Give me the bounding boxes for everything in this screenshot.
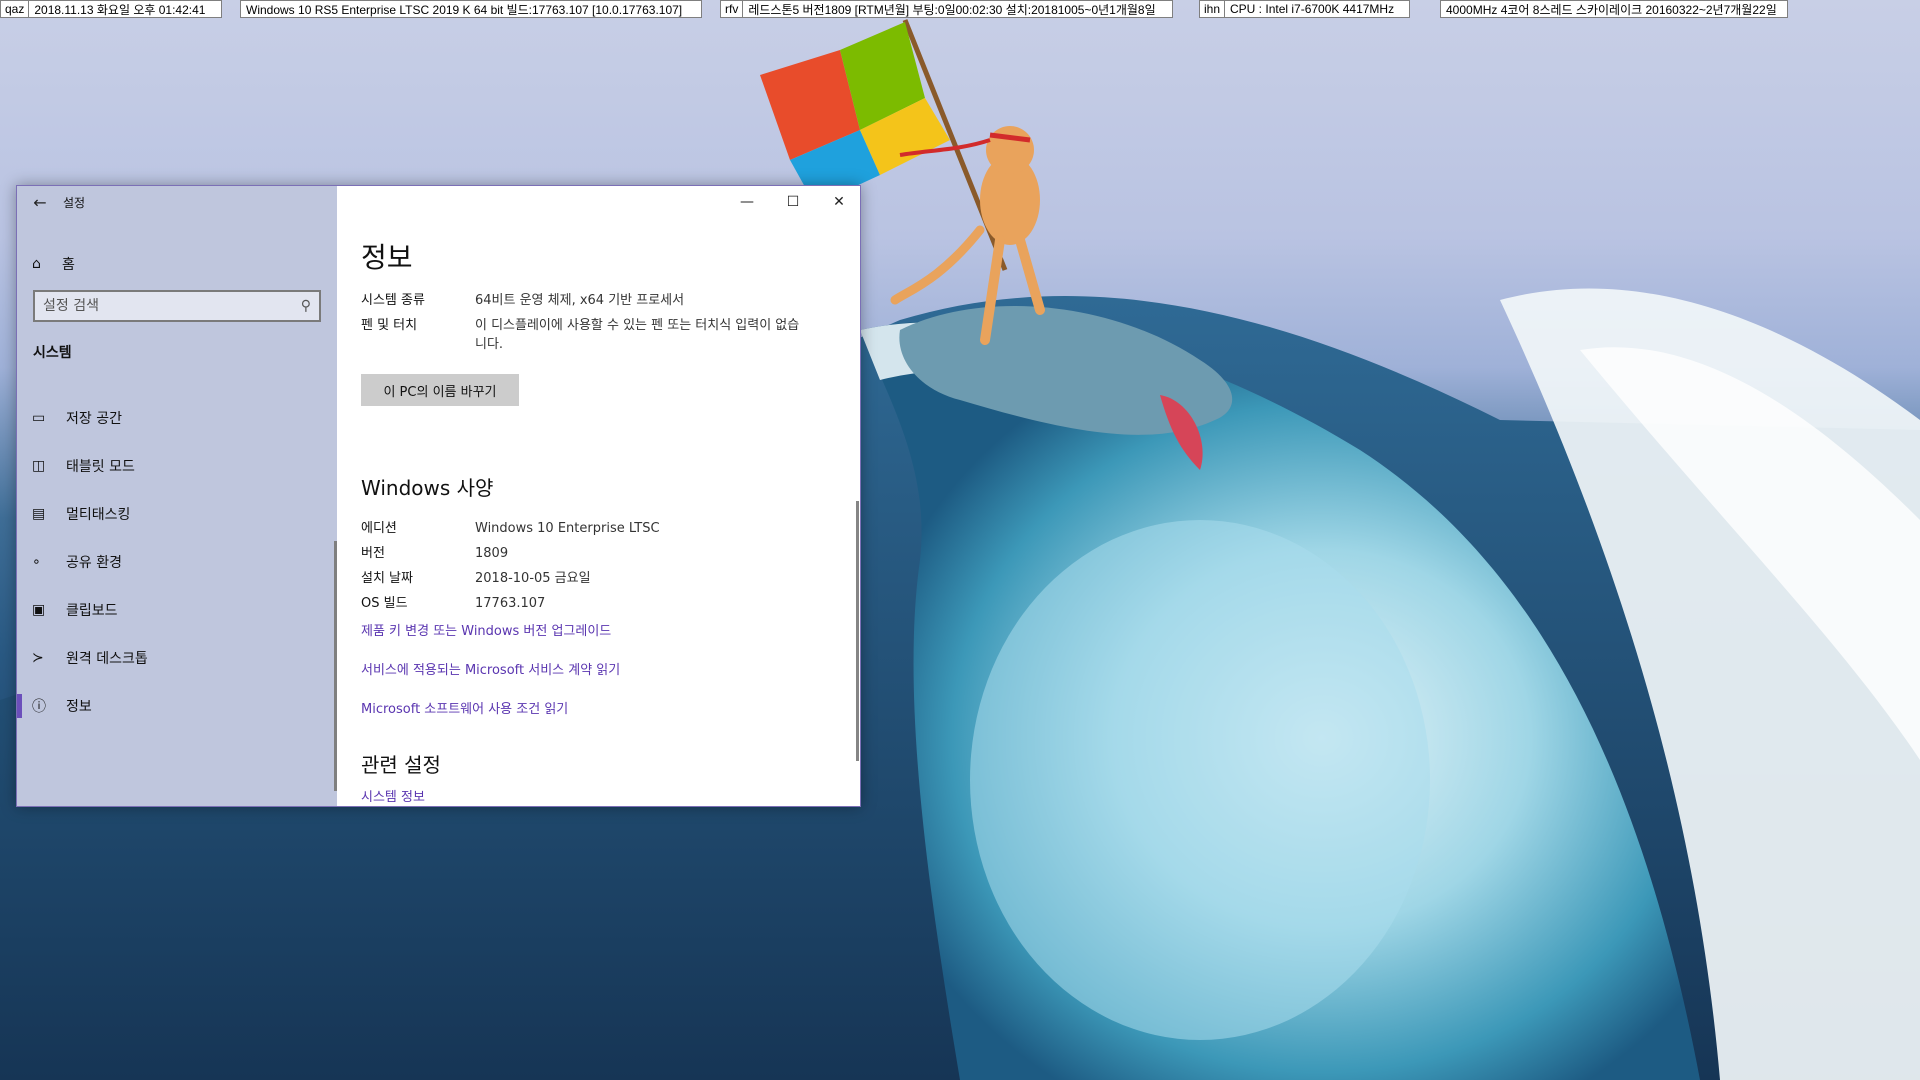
spec-value: 이 디스플레이에 사용할 수 있는 펜 또는 터치식 입력이 없습니다. xyxy=(475,318,800,352)
storage-icon: ▭ xyxy=(32,410,46,426)
service-agreement-link[interactable]: 서비스에 적용되는 Microsoft 서비스 계약 읽기 xyxy=(361,659,620,678)
search-icon[interactable]: ⚲ xyxy=(301,298,311,314)
sidebar-item-about[interactable]: ⓘ 정보 xyxy=(17,682,337,730)
spec-row-version: 버전 1809 xyxy=(361,544,815,563)
app-title: 설정 xyxy=(63,195,86,210)
sidebar-item-storage[interactable]: ▭ 저장 공간 xyxy=(17,394,337,442)
sidebar-item-label: 저장 공간 xyxy=(66,411,122,427)
spec-row-os-build: OS 빌드 17763.107 xyxy=(361,594,815,613)
search-input[interactable] xyxy=(43,298,301,314)
window-controls: — ☐ ✕ xyxy=(724,186,860,218)
spec-value: 1809 xyxy=(475,546,509,561)
maximize-button[interactable]: ☐ xyxy=(770,186,816,218)
info-value: 레드스톤5 버전1809 [RTM년월] 부팅:0일00:02:30 설치:20… xyxy=(748,2,1156,17)
multitasking-icon: ▤ xyxy=(32,506,46,522)
selection-indicator xyxy=(17,694,22,718)
close-button[interactable]: ✕ xyxy=(816,186,860,218)
spec-key: 설치 날짜 xyxy=(361,571,413,586)
sidebar-item-label: 정보 xyxy=(66,699,92,715)
related-settings-title: 관련 설정 xyxy=(361,753,441,777)
shared-experience-icon: ∘ xyxy=(32,554,41,570)
sidebar-item-label: 태블릿 모드 xyxy=(66,459,135,475)
info-cpu-detail-box: 4000MHz 4코어 8스레드 스카이레이크 20160322~2년7개월22… xyxy=(1440,0,1788,18)
info-value: 4000MHz 4코어 8스레드 스카이레이크 20160322~2년7개월22… xyxy=(1446,2,1777,17)
sidebar-nav-list: ▭ 저장 공간 ◫ 태블릿 모드 ▤ 멀티태스킹 ∘ 공유 환경 ▣ 클립보드 … xyxy=(17,394,337,730)
product-key-link[interactable]: 제품 키 변경 또는 Windows 버전 업그레이드 xyxy=(361,620,611,639)
spec-value: 17763.107 xyxy=(475,596,546,611)
settings-window: ← 설정 ⌂ 홈 ⚲ 시스템 ▭ 저장 공간 ◫ 태블릿 모드 ▤ 멀티태스킹 xyxy=(16,185,861,807)
info-version-box: rfv 레드스톤5 버전1809 [RTM년월] 부팅:0일00:02:30 설… xyxy=(720,0,1173,18)
spec-key: 버전 xyxy=(361,546,385,561)
info-value: CPU : Intel i7-6700K 4417MHz xyxy=(1230,2,1395,16)
spec-row-pen-touch: 펜 및 터치 이 디스플레이에 사용할 수 있는 펜 또는 터치식 입력이 없습… xyxy=(361,316,810,354)
info-icon: ⓘ xyxy=(32,699,46,715)
sidebar-item-tablet-mode[interactable]: ◫ 태블릿 모드 xyxy=(17,442,337,490)
content-scrollbar[interactable] xyxy=(856,501,859,761)
spec-key: 시스템 종류 xyxy=(361,293,425,308)
info-datetime-box: qaz 2018.11.13 화요일 오후 01:42:41 xyxy=(0,0,222,18)
info-tag: qaz xyxy=(1,1,30,17)
sidebar-item-label: 클립보드 xyxy=(66,603,118,619)
clipboard-icon: ▣ xyxy=(32,602,46,618)
sidebar-item-home[interactable]: ⌂ 홈 xyxy=(17,244,337,284)
spec-row-system-type: 시스템 종류 64비트 운영 체제, x64 기반 프로세서 xyxy=(361,291,815,310)
spec-row-install-date: 설치 날짜 2018-10-05 금요일 xyxy=(361,569,815,588)
sidebar-item-label: 홈 xyxy=(62,257,75,273)
page-title: 정보 xyxy=(361,241,413,274)
content-pane: — ☐ ✕ 정보 시스템 종류 64비트 운영 체제, x64 기반 프로세서 … xyxy=(337,186,860,806)
sidebar-item-clipboard[interactable]: ▣ 클립보드 xyxy=(17,586,337,634)
title-bar: ← 설정 xyxy=(17,186,85,218)
windows-spec-title: Windows 사양 xyxy=(361,476,494,500)
sidebar-item-multitasking[interactable]: ▤ 멀티태스킹 xyxy=(17,490,337,538)
spec-key: 에디션 xyxy=(361,521,397,536)
minimize-button[interactable]: — xyxy=(724,186,770,218)
info-value: 2018.11.13 화요일 오후 01:42:41 xyxy=(34,2,206,17)
sidebar-item-label: 멀티태스킹 xyxy=(66,507,131,523)
home-icon: ⌂ xyxy=(32,256,41,272)
info-os-box: Windows 10 RS5 Enterprise LTSC 2019 K 64… xyxy=(240,0,702,18)
sidebar-item-shared-experience[interactable]: ∘ 공유 환경 xyxy=(17,538,337,586)
spec-key: 펜 및 터치 xyxy=(361,318,418,333)
remote-desktop-icon: ≻ xyxy=(32,650,44,666)
spec-row-edition: 에디션 Windows 10 Enterprise LTSC xyxy=(361,519,815,538)
arrow-left-icon: ← xyxy=(33,192,47,212)
spec-key: OS 빌드 xyxy=(361,596,408,611)
back-button[interactable]: ← xyxy=(17,186,63,218)
info-tag: ihn xyxy=(1200,1,1226,17)
settings-search[interactable]: ⚲ xyxy=(33,290,321,322)
tablet-mode-icon: ◫ xyxy=(32,458,46,474)
info-cpu-box: ihn CPU : Intel i7-6700K 4417MHz xyxy=(1199,0,1410,18)
settings-sidebar: ← 설정 ⌂ 홈 ⚲ 시스템 ▭ 저장 공간 ◫ 태블릿 모드 ▤ 멀티태스킹 xyxy=(17,186,337,806)
sidebar-item-label: 원격 데스크톱 xyxy=(66,651,148,667)
spec-value: 64비트 운영 체제, x64 기반 프로세서 xyxy=(475,293,685,308)
top-info-bar: qaz 2018.11.13 화요일 오후 01:42:41 Windows 1… xyxy=(0,0,1920,18)
sidebar-item-label: 공유 환경 xyxy=(66,555,122,571)
close-icon: ✕ xyxy=(833,194,845,210)
spec-value: Windows 10 Enterprise LTSC xyxy=(475,521,660,536)
maximize-icon: ☐ xyxy=(786,194,800,210)
rename-pc-button[interactable]: 이 PC의 이름 바꾸기 xyxy=(361,374,519,406)
minimize-icon: — xyxy=(740,194,754,210)
info-value: Windows 10 RS5 Enterprise LTSC 2019 K 64… xyxy=(246,2,683,17)
system-info-link[interactable]: 시스템 정보 xyxy=(361,786,425,805)
spec-value: 2018-10-05 금요일 xyxy=(475,571,591,586)
sidebar-item-remote-desktop[interactable]: ≻ 원격 데스크톱 xyxy=(17,634,337,682)
license-terms-link[interactable]: Microsoft 소프트웨어 사용 조건 읽기 xyxy=(361,698,568,717)
sidebar-section-title: 시스템 xyxy=(33,345,72,361)
info-tag: rfv xyxy=(721,1,744,17)
